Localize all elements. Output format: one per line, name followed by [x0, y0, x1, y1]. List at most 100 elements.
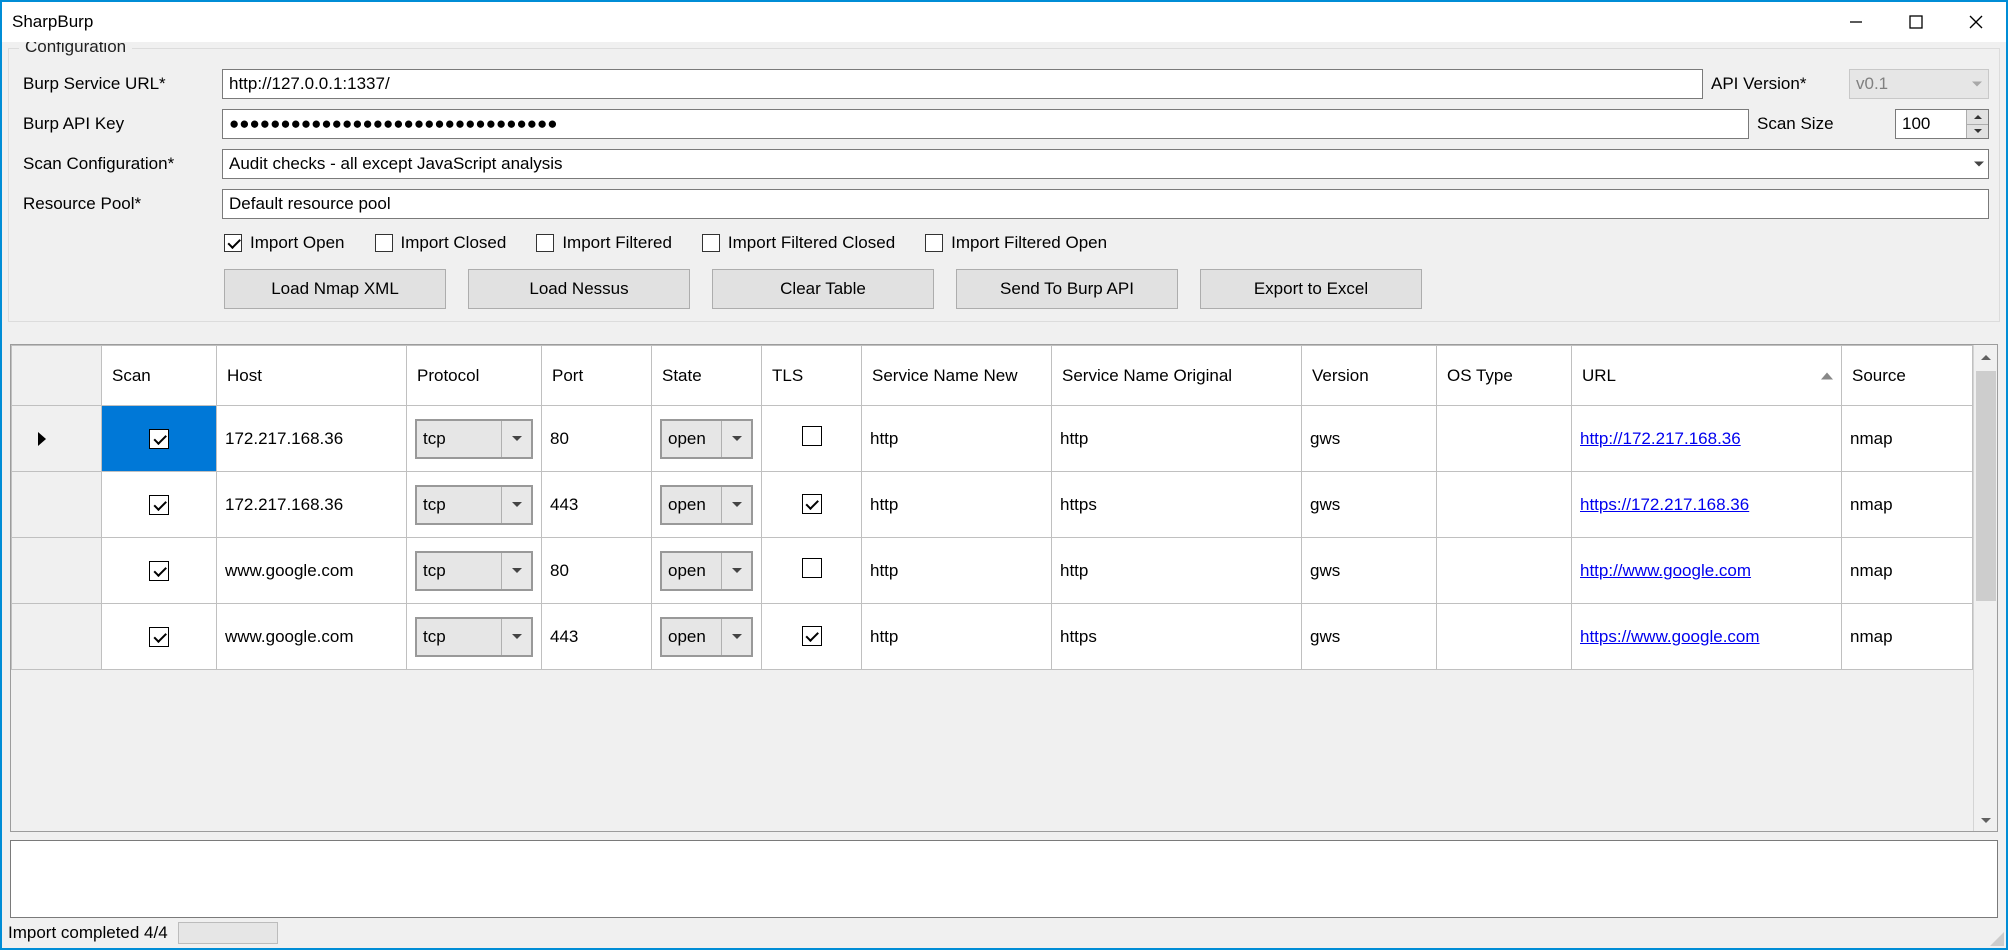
scan-size-input[interactable]: [1896, 110, 1966, 138]
resize-grip-icon[interactable]: [1986, 928, 2004, 946]
cell-url[interactable]: http://www.google.com: [1572, 538, 1842, 604]
close-button[interactable]: [1946, 2, 2006, 42]
cell-protocol[interactable]: tcp: [407, 472, 542, 538]
col-tls[interactable]: TLS: [762, 346, 862, 406]
cell-protocol-combo[interactable]: tcp: [415, 617, 533, 657]
cell-service-original[interactable]: https: [1052, 604, 1302, 670]
row-header[interactable]: [12, 538, 102, 604]
chevron-down-icon[interactable]: [501, 553, 531, 589]
tls-checkbox[interactable]: [802, 494, 822, 514]
cell-state[interactable]: open: [652, 472, 762, 538]
url-link[interactable]: http://172.217.168.36: [1580, 429, 1741, 448]
cell-protocol-combo[interactable]: tcp: [415, 419, 533, 459]
table-row[interactable]: www.google.comtcp443openhttphttpsgwshttp…: [12, 604, 1973, 670]
cell-tls[interactable]: [762, 538, 862, 604]
col-url[interactable]: URL: [1572, 346, 1842, 406]
cell-os-type[interactable]: [1437, 406, 1572, 472]
chevron-down-icon[interactable]: [501, 487, 531, 523]
load-nmap-button[interactable]: Load Nmap XML: [224, 269, 446, 309]
scan-size-spinner[interactable]: [1895, 109, 1989, 139]
clear-table-button[interactable]: Clear Table: [712, 269, 934, 309]
chevron-down-icon[interactable]: [721, 487, 751, 523]
cell-state[interactable]: open: [652, 406, 762, 472]
cell-state-combo[interactable]: open: [660, 419, 753, 459]
import-open-checkbox[interactable]: Import Open: [224, 233, 345, 253]
col-state[interactable]: State: [652, 346, 762, 406]
api-version-combo[interactable]: v0.1: [1849, 69, 1989, 99]
url-link[interactable]: https://172.217.168.36: [1580, 495, 1749, 514]
api-key-input[interactable]: [222, 109, 1749, 139]
chevron-down-icon[interactable]: [501, 619, 531, 655]
cell-state[interactable]: open: [652, 538, 762, 604]
cell-port[interactable]: 80: [542, 406, 652, 472]
cell-protocol[interactable]: tcp: [407, 538, 542, 604]
cell-os-type[interactable]: [1437, 472, 1572, 538]
scan-checkbox[interactable]: [149, 627, 169, 647]
col-host[interactable]: Host: [217, 346, 407, 406]
cell-state-combo[interactable]: open: [660, 551, 753, 591]
scan-config-combo[interactable]: Audit checks - all except JavaScript ana…: [222, 149, 1989, 179]
cell-service-new[interactable]: http: [862, 604, 1052, 670]
import-filtered-checkbox[interactable]: Import Filtered: [536, 233, 672, 253]
burp-url-input[interactable]: [222, 69, 1703, 99]
cell-tls[interactable]: [762, 472, 862, 538]
cell-protocol-combo[interactable]: tcp: [415, 485, 533, 525]
cell-version[interactable]: gws: [1302, 406, 1437, 472]
row-header[interactable]: [12, 604, 102, 670]
col-version[interactable]: Version: [1302, 346, 1437, 406]
results-grid[interactable]: Scan Host Protocol Port State TLS Servic…: [10, 344, 1998, 832]
spinner-down-icon[interactable]: [1966, 125, 1988, 139]
cell-os-type[interactable]: [1437, 604, 1572, 670]
cell-service-original[interactable]: https: [1052, 472, 1302, 538]
tls-checkbox[interactable]: [802, 558, 822, 578]
scan-checkbox[interactable]: [149, 429, 169, 449]
cell-version[interactable]: gws: [1302, 472, 1437, 538]
table-row[interactable]: 172.217.168.36tcp80openhttphttpgwshttp:/…: [12, 406, 1973, 472]
scan-checkbox[interactable]: [149, 561, 169, 581]
cell-service-new[interactable]: http: [862, 472, 1052, 538]
cell-host[interactable]: www.google.com: [217, 538, 407, 604]
export-excel-button[interactable]: Export to Excel: [1200, 269, 1422, 309]
chevron-down-icon[interactable]: [501, 421, 531, 457]
table-row[interactable]: 172.217.168.36tcp443openhttphttpsgwshttp…: [12, 472, 1973, 538]
cell-state-combo[interactable]: open: [660, 617, 753, 657]
table-row[interactable]: www.google.comtcp80openhttphttpgwshttp:/…: [12, 538, 1973, 604]
minimize-button[interactable]: [1826, 2, 1886, 42]
cell-service-new[interactable]: http: [862, 538, 1052, 604]
col-scan[interactable]: Scan: [102, 346, 217, 406]
cell-port[interactable]: 443: [542, 472, 652, 538]
row-header[interactable]: [12, 472, 102, 538]
grid-scrollbar[interactable]: [1973, 345, 1997, 831]
grid-corner[interactable]: [12, 346, 102, 406]
scroll-up-icon[interactable]: [1974, 345, 1997, 369]
spinner-up-icon[interactable]: [1966, 110, 1988, 125]
cell-url[interactable]: https://www.google.com: [1572, 604, 1842, 670]
send-burp-button[interactable]: Send To Burp API: [956, 269, 1178, 309]
cell-version[interactable]: gws: [1302, 604, 1437, 670]
cell-service-new[interactable]: http: [862, 406, 1052, 472]
cell-version[interactable]: gws: [1302, 538, 1437, 604]
tls-checkbox[interactable]: [802, 426, 822, 446]
cell-source[interactable]: nmap: [1842, 472, 1973, 538]
import-filtered-open-checkbox[interactable]: Import Filtered Open: [925, 233, 1107, 253]
cell-port[interactable]: 443: [542, 604, 652, 670]
load-nessus-button[interactable]: Load Nessus: [468, 269, 690, 309]
col-service-original[interactable]: Service Name Original: [1052, 346, 1302, 406]
cell-source[interactable]: nmap: [1842, 604, 1973, 670]
row-header[interactable]: [12, 406, 102, 472]
cell-tls[interactable]: [762, 604, 862, 670]
cell-protocol[interactable]: tcp: [407, 604, 542, 670]
chevron-down-icon[interactable]: [721, 421, 751, 457]
col-os-type[interactable]: OS Type: [1437, 346, 1572, 406]
tls-checkbox[interactable]: [802, 626, 822, 646]
maximize-button[interactable]: [1886, 2, 1946, 42]
cell-service-original[interactable]: http: [1052, 406, 1302, 472]
cell-state[interactable]: open: [652, 604, 762, 670]
import-filtered-closed-checkbox[interactable]: Import Filtered Closed: [702, 233, 895, 253]
cell-protocol-combo[interactable]: tcp: [415, 551, 533, 591]
url-link[interactable]: https://www.google.com: [1580, 627, 1760, 646]
scan-checkbox[interactable]: [149, 495, 169, 515]
import-closed-checkbox[interactable]: Import Closed: [375, 233, 507, 253]
cell-source[interactable]: nmap: [1842, 406, 1973, 472]
cell-tls[interactable]: [762, 406, 862, 472]
